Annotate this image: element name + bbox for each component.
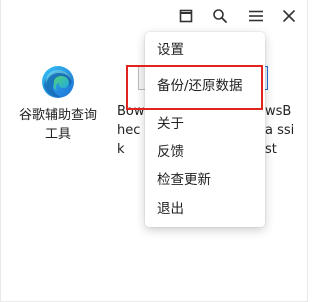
menu-item-backup-restore[interactable]: 备份/还原数据: [145, 73, 265, 99]
dropdown-menu: 设置 备份/还原数据 关于 反馈 检查更新 退出: [145, 32, 265, 227]
app-label: 谷歌辅助查询工具: [18, 108, 97, 142]
app-label: Bow heck: [117, 104, 145, 157]
close-button[interactable]: [274, 3, 304, 29]
app-tile[interactable]: 谷歌辅助查询工具: [17, 64, 99, 144]
app-tile[interactable]: wsBa ssist: [265, 102, 295, 159]
app-tile[interactable]: Bow heck: [117, 102, 145, 159]
search-icon: [213, 9, 227, 23]
edge-browser-icon: [40, 64, 76, 100]
restore-window-button[interactable]: [171, 3, 201, 29]
hamburger-menu-icon: [249, 10, 263, 22]
search-button[interactable]: [205, 3, 235, 29]
menu-item-exit[interactable]: 退出: [145, 196, 265, 222]
menu-button[interactable]: [241, 3, 271, 29]
menu-item-check-update[interactable]: 检查更新: [145, 167, 265, 193]
menu-item-settings[interactable]: 设置: [145, 37, 265, 63]
restore-window-icon: [179, 9, 193, 23]
menu-item-about[interactable]: 关于: [145, 111, 265, 137]
close-icon: [283, 10, 295, 22]
menu-item-feedback[interactable]: 反馈: [145, 139, 265, 165]
app-label: wsBa ssist: [265, 104, 295, 157]
app-window: 谷歌辅助查询工具 Bow heck wsBa ssist 设置 备份/还原数据 …: [0, 0, 308, 302]
